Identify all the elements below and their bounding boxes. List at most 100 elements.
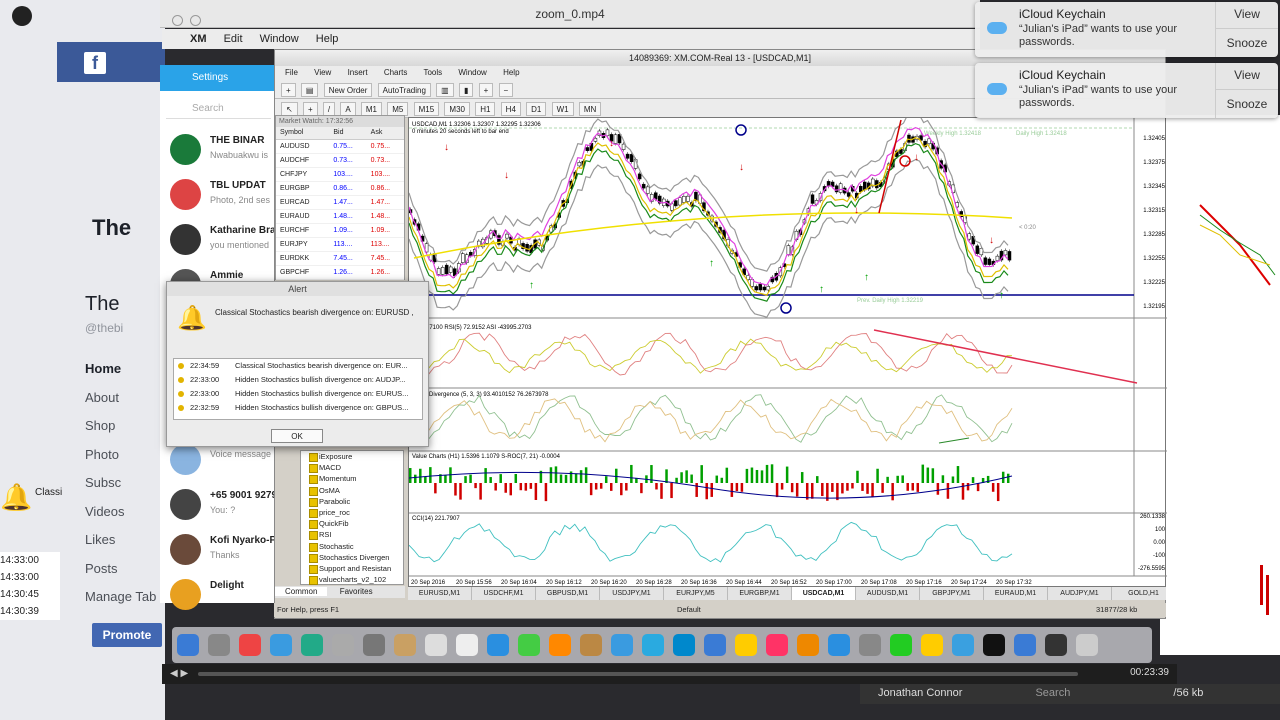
chat-item[interactable]: +65 9001 9279 You: ? <box>160 482 277 527</box>
dock-app-icon[interactable] <box>890 634 912 656</box>
market-watch-row[interactable]: EURAUD 1.48... 1.48... <box>276 209 404 224</box>
dock-app-icon[interactable] <box>704 634 726 656</box>
market-watch-row[interactable]: EURGBP 0.86... 0.86... <box>276 181 404 196</box>
autotrading-button[interactable]: AutoTrading <box>377 82 431 97</box>
dock-app-icon[interactable] <box>983 634 1005 656</box>
alert-history-list[interactable]: 22:34:59 Classical Stochastics bearish di… <box>173 358 423 420</box>
tf-w1[interactable]: W1 <box>551 101 574 116</box>
chart-tab[interactable]: AUDJPY,M1 <box>1048 587 1112 600</box>
new-chart-button[interactable]: + <box>281 82 296 97</box>
nav-likes[interactable]: Likes <box>85 526 156 555</box>
new-order-button[interactable]: New Order <box>323 82 373 97</box>
menu-charts[interactable]: Charts <box>384 68 408 77</box>
market-watch-row[interactable]: EURDKK 7.45... 7.45... <box>276 251 404 266</box>
tf-m30[interactable]: M30 <box>444 101 470 116</box>
chat-item[interactable]: Kofi Nyarko-Po Thanks <box>160 527 277 572</box>
dock-app-icon[interactable] <box>394 634 416 656</box>
close-button[interactable] <box>172 15 183 26</box>
tf-m5[interactable]: M5 <box>387 101 409 116</box>
market-watch-row[interactable]: AUDCHF 0.73... 0.73... <box>276 153 404 168</box>
text-tool-icon[interactable]: A <box>340 101 356 116</box>
line-tool-icon[interactable]: / <box>322 101 336 116</box>
market-watch-row[interactable]: EURJPY 113.... 113.... <box>276 237 404 252</box>
nav-photos[interactable]: Photo <box>85 441 156 470</box>
nav-manage-tabs[interactable]: Manage Tab <box>85 583 156 612</box>
dock-app-icon[interactable] <box>363 634 385 656</box>
menu-window[interactable]: Window <box>458 68 486 77</box>
nav-about[interactable]: About <box>85 384 156 413</box>
settings-link[interactable]: Settings <box>192 72 228 83</box>
app-menu[interactable]: XM <box>190 33 207 45</box>
dock-app-icon[interactable] <box>1045 634 1067 656</box>
search-field[interactable]: Search <box>1035 687 1070 699</box>
tf-m1[interactable]: M1 <box>360 101 383 116</box>
dock-app-icon[interactable] <box>859 634 881 656</box>
chart-tab[interactable]: EURGBP,M1 <box>728 587 792 600</box>
view-button[interactable]: View <box>1215 2 1278 29</box>
navigator-item[interactable]: OsMA <box>309 485 403 496</box>
alert-history-row[interactable]: 22:32:59 Hidden Stochastics bullish diver… <box>174 401 422 415</box>
dock-app-icon[interactable] <box>766 634 788 656</box>
menu-tools[interactable]: Tools <box>423 68 442 77</box>
col-symbol[interactable]: Symbol <box>276 127 330 140</box>
minimize-button[interactable] <box>190 15 201 26</box>
zoom-out-icon[interactable]: − <box>498 82 514 97</box>
dock-app-icon[interactable] <box>425 634 447 656</box>
tf-m15[interactable]: M15 <box>413 101 440 116</box>
alert-history-row[interactable]: 22:33:00 Hidden Stochastics bullish diver… <box>174 373 422 387</box>
dock-app-icon[interactable] <box>549 634 571 656</box>
dock-app-icon[interactable] <box>332 634 354 656</box>
dock-app-icon[interactable] <box>177 634 199 656</box>
navigator-item[interactable]: Support and Resistan <box>309 563 403 575</box>
tf-mn[interactable]: MN <box>578 101 602 116</box>
tab-common[interactable]: Common <box>275 587 328 596</box>
chart-tab[interactable]: EURAUD,M1 <box>984 587 1048 600</box>
snooze-button[interactable]: Snooze <box>1215 90 1278 118</box>
dock-app-icon[interactable] <box>952 634 974 656</box>
menu-insert[interactable]: Insert <box>348 68 368 77</box>
chart-tab[interactable]: EURJPY,M5 <box>664 587 728 600</box>
chat-item[interactable]: TBL UPDAT Photo, 2nd ses <box>160 172 277 217</box>
dock-app-icon[interactable] <box>642 634 664 656</box>
navigator-item[interactable]: QuickFib <box>309 518 403 530</box>
dock-app-icon[interactable] <box>580 634 602 656</box>
tf-h1[interactable]: H1 <box>475 101 496 116</box>
chart-tab[interactable]: USDCAD,M1 <box>792 587 856 600</box>
chart-tab[interactable]: EURUSD,M1 <box>408 587 472 600</box>
navigator-item[interactable]: Parabolic <box>309 496 403 508</box>
snooze-button[interactable]: Snooze <box>1215 29 1278 57</box>
navigator-item[interactable]: valuecharts_v2_102 <box>309 574 403 586</box>
dock-app-icon[interactable] <box>673 634 695 656</box>
menu-window[interactable]: Window <box>260 33 299 45</box>
navigator-item[interactable]: iExposure <box>309 451 403 463</box>
chart-tab[interactable]: GBPJPY,M1 <box>920 587 984 600</box>
nav-posts[interactable]: Posts <box>85 555 156 584</box>
navigator-item[interactable]: Stochastics Divergen <box>309 552 403 564</box>
nav-home[interactable]: Home <box>85 355 156 384</box>
market-watch-row[interactable]: AUDUSD 0.75... 0.75... <box>276 139 404 154</box>
menu-file[interactable]: File <box>285 68 298 77</box>
crosshair-icon[interactable]: + <box>302 101 318 116</box>
view-button[interactable]: View <box>1215 63 1278 90</box>
ok-button[interactable]: OK <box>271 429 323 443</box>
dock-app-icon[interactable] <box>487 634 509 656</box>
dock-app-icon[interactable] <box>239 634 261 656</box>
chart-tab[interactable]: USDCHF,M1 <box>472 587 536 600</box>
chat-item[interactable]: Katharine Brac you mentioned <box>160 217 277 262</box>
navigator-item[interactable]: MACD <box>309 462 403 474</box>
dock-app-icon[interactable] <box>611 634 633 656</box>
dock-app-icon[interactable] <box>921 634 943 656</box>
dock-app-icon[interactable] <box>456 634 478 656</box>
navigator-item[interactable]: RSI <box>309 529 403 541</box>
tf-d1[interactable]: D1 <box>526 101 547 116</box>
dock-app-icon[interactable] <box>828 634 850 656</box>
market-watch-row[interactable]: EURCHF 1.09... 1.09... <box>276 223 404 238</box>
video-progress-bar[interactable] <box>198 672 1078 676</box>
navigator-item[interactable]: price_roc <box>309 507 403 519</box>
dock-app-icon[interactable] <box>301 634 323 656</box>
menu-view[interactable]: View <box>314 68 331 77</box>
nav-subscribe[interactable]: Subsc <box>85 469 156 498</box>
nav-shop[interactable]: Shop <box>85 412 156 441</box>
play-icon[interactable]: ◀ ▶ <box>170 668 188 679</box>
chat-item[interactable]: Delight <box>160 572 277 617</box>
